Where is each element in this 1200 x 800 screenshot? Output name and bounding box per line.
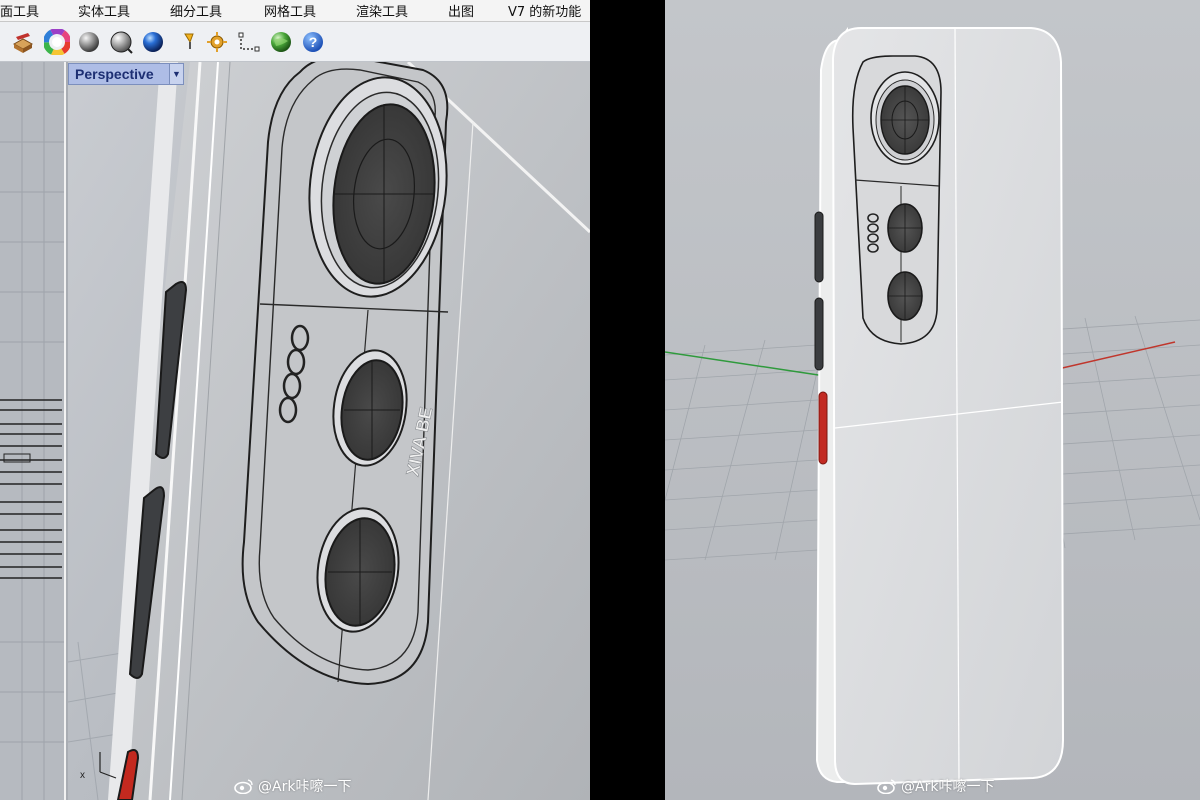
watermark-text: @Ark咔嚓一下 (901, 779, 995, 795)
blue-sphere-icon[interactable] (140, 29, 166, 55)
menu-bar: 面工具 实体工具 细分工具 网格工具 渲染工具 出图 V7 的新功能 (0, 0, 590, 22)
menu-surface-tools[interactable]: 面工具 (0, 1, 39, 20)
globe-icon[interactable] (268, 29, 294, 55)
light-icon[interactable] (180, 29, 206, 55)
help-icon[interactable]: ? (300, 29, 326, 55)
weibo-icon (877, 779, 896, 794)
render-view-right: @Ark咔嚓一下 (665, 0, 1200, 800)
watermark-left: @Ark咔嚓一下 (234, 776, 351, 796)
svg-text:?: ? (309, 34, 318, 50)
menu-subd-tools[interactable]: 细分工具 (170, 1, 222, 20)
menu-mesh-tools[interactable]: 网格工具 (264, 1, 316, 20)
watermark-text: @Ark咔嚓一下 (258, 779, 352, 795)
menu-render-tools[interactable]: 渲染工具 (356, 1, 408, 20)
toolbar: ? (0, 22, 590, 62)
perspective-viewport[interactable]: XIVA BE x (68, 62, 590, 800)
viewport-title-tab[interactable]: Perspective ▼ (68, 63, 184, 85)
side-viewport[interactable] (0, 62, 66, 800)
svg-text:x: x (80, 770, 85, 781)
viewport-label: Perspective (75, 66, 154, 82)
weibo-icon (234, 779, 253, 794)
menu-solid-tools[interactable]: 实体工具 (78, 1, 130, 20)
chevron-down-icon[interactable]: ▼ (169, 64, 183, 84)
box-edit-icon[interactable] (10, 29, 36, 55)
menu-whats-new[interactable]: V7 的新功能 (508, 1, 581, 20)
color-wheel-icon[interactable] (43, 28, 71, 56)
snap-icon[interactable] (236, 29, 262, 55)
gear-dots-icon[interactable] (204, 29, 230, 55)
watermark-right: @Ark咔嚓一下 (877, 776, 994, 796)
sphere-outline-icon[interactable] (108, 29, 134, 55)
sphere-icon[interactable] (76, 29, 102, 55)
cad-window-left: 面工具 实体工具 细分工具 网格工具 渲染工具 出图 V7 的新功能 ? XIV… (0, 0, 590, 800)
menu-layout[interactable]: 出图 (448, 1, 474, 20)
